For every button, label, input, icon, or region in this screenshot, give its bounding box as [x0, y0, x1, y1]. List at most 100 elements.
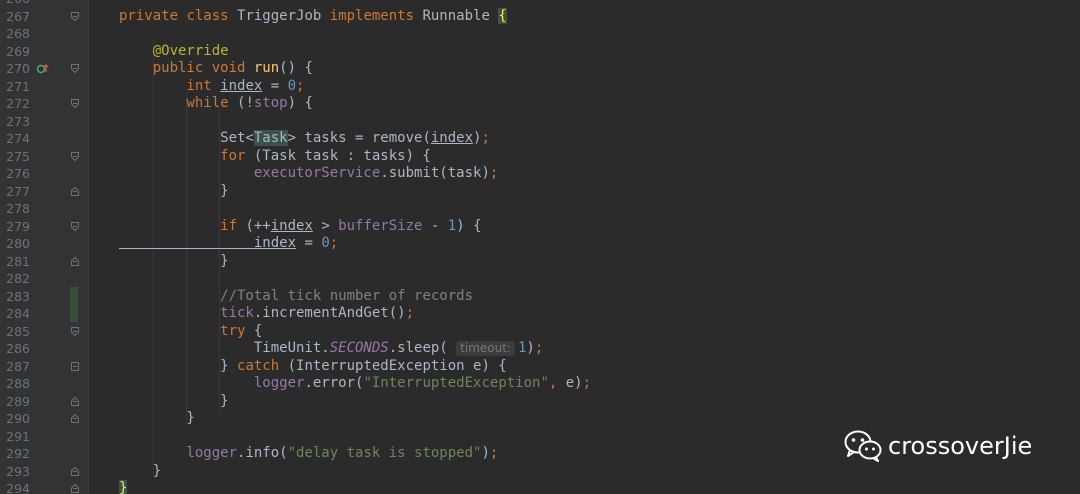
code-line[interactable]: 290 }	[0, 410, 1080, 428]
code-text[interactable]: index = 0;	[119, 235, 338, 253]
code-text[interactable]: int index = 0;	[119, 78, 304, 96]
line-number: 286	[6, 341, 30, 356]
code-line[interactable]: 274 Set<Task> tasks = remove(index);	[0, 130, 1080, 148]
override-marker-icon[interactable]	[36, 63, 50, 75]
code-line[interactable]: 267 private class TriggerJob implements R…	[0, 7, 1080, 26]
code-text[interactable]: } catch (InterruptedException e) {	[119, 358, 507, 376]
line-number: 276	[6, 166, 30, 181]
code-text[interactable]: executorService.submit(task);	[119, 165, 498, 183]
line-number: 294	[6, 481, 30, 494]
fold-toggle-icon[interactable]	[71, 99, 79, 108]
code-line[interactable]: 289 }	[0, 393, 1080, 411]
fold-toggle-icon[interactable]	[71, 396, 79, 406]
code-token: }	[119, 410, 195, 426]
fold-toggle-icon[interactable]	[71, 11, 79, 21]
code-line[interactable]: 272 while (!stop) {	[0, 95, 1080, 113]
code-token: }	[119, 252, 229, 269]
code-line[interactable]: 294}	[0, 480, 1080, 494]
line-number: 283	[6, 288, 30, 304]
code-line[interactable]: 283 //Total tick number of records	[0, 288, 1080, 306]
fold-toggle-icon[interactable]	[71, 64, 79, 73]
code-token: index	[270, 217, 313, 234]
code-line[interactable]: 273	[0, 113, 1080, 131]
code-line[interactable]: 268	[0, 25, 1080, 43]
code-line[interactable]: 275 for (Task task : tasks) {	[0, 148, 1080, 166]
code-text[interactable]: if (++index > bufferSize - 1) {	[119, 217, 482, 236]
code-line[interactable]: 284 tick.incrementAndGet();	[0, 305, 1080, 323]
code-line[interactable]: 271 int index = 0;	[0, 78, 1080, 96]
code-token: Set<	[119, 130, 254, 146]
code-line[interactable]: 280 index = 0;	[0, 235, 1080, 253]
code-text[interactable]: @Override	[119, 43, 229, 61]
fold-toggle-icon[interactable]	[71, 466, 79, 476]
code-token: bufferSize	[338, 217, 423, 234]
code-token: ;	[489, 165, 499, 181]
code-text[interactable]: }	[119, 480, 128, 494]
code-line[interactable]: 279 if (++index > bufferSize - 1) {	[0, 218, 1080, 236]
code-token: ;	[489, 445, 499, 461]
code-line[interactable]: 293 }	[0, 463, 1080, 481]
code-text[interactable]: }	[119, 393, 228, 411]
code-token: public	[119, 60, 212, 76]
code-line[interactable]: 281 }	[0, 253, 1080, 271]
code-token: void	[211, 60, 254, 76]
code-text[interactable]: }	[119, 252, 229, 271]
code-token: {	[498, 7, 507, 24]
fold-toggle-icon[interactable]	[71, 484, 79, 493]
code-line[interactable]: 269 @Override	[0, 43, 1080, 61]
code-text[interactable]: for (Task task : tasks) {	[119, 148, 431, 166]
code-token: }	[119, 357, 238, 374]
code-token: //Total tick number of records	[119, 287, 474, 304]
line-number: 292	[6, 446, 30, 461]
code-line[interactable]: 266	[0, 0, 1080, 8]
fold-toggle-icon[interactable]	[71, 186, 79, 196]
fold-toggle-icon[interactable]	[71, 256, 79, 266]
code-token: Runnable	[422, 7, 499, 24]
code-text[interactable]: }	[119, 410, 195, 428]
code-line[interactable]: 278	[0, 200, 1080, 218]
fold-toggle-icon[interactable]	[71, 151, 79, 161]
code-token: {	[253, 322, 263, 339]
code-editor[interactable]: 266267 private class TriggerJob implement…	[0, 0, 1080, 494]
fold-toggle-icon[interactable]	[71, 361, 79, 371]
code-token: ) {	[456, 217, 482, 234]
code-text[interactable]: public void run() {	[119, 60, 313, 78]
code-text[interactable]: TimeUnit.SECONDS.sleep( timeout: 1);	[119, 340, 543, 358]
code-line[interactable]: 285 try {	[0, 323, 1080, 341]
code-token: ) {	[287, 95, 313, 111]
fold-toggle-icon[interactable]	[71, 221, 79, 231]
code-token: .error(	[304, 375, 364, 391]
watermark: crossoverJie	[844, 430, 1032, 462]
code-text[interactable]: try {	[119, 323, 262, 341]
code-token: try	[119, 322, 254, 339]
code-text[interactable]: logger.info("delay task is stopped");	[119, 445, 498, 463]
code-line[interactable]: 288 logger.error("InterruptedException",…	[0, 375, 1080, 393]
code-line[interactable]: 287 } catch (InterruptedException e) {	[0, 358, 1080, 376]
code-token: if	[119, 217, 246, 234]
code-token: index	[119, 235, 297, 251]
code-token: e)	[565, 375, 583, 391]
code-text[interactable]: while (!stop) {	[119, 95, 313, 113]
code-text[interactable]: Set<Task> tasks = remove(index);	[119, 130, 490, 148]
code-text[interactable]: }	[119, 183, 228, 201]
code-token: ;	[405, 305, 415, 321]
code-text[interactable]: }	[119, 463, 161, 481]
code-text[interactable]: tick.incrementAndGet();	[119, 305, 414, 323]
code-line[interactable]: 286 TimeUnit.SECONDS.sleep( timeout: 1);	[0, 340, 1080, 358]
code-line[interactable]: 277 }	[0, 183, 1080, 201]
code-text[interactable]: private class TriggerJob implements Runn…	[119, 7, 507, 26]
fold-toggle-icon[interactable]	[71, 414, 79, 423]
code-token: =	[262, 77, 288, 94]
code-text[interactable]: //Total tick number of records	[119, 288, 473, 306]
line-number: 267	[6, 8, 30, 24]
fold-toggle-icon[interactable]	[71, 326, 79, 336]
code-line[interactable]: 270 public void run() {	[0, 60, 1080, 78]
line-number: 285	[6, 323, 30, 339]
code-token: private	[119, 7, 187, 24]
code-line[interactable]: 282	[0, 270, 1080, 288]
line-number: 284	[6, 306, 30, 321]
code-token: 0	[321, 235, 330, 251]
code-text[interactable]: logger.error("InterruptedException", e);	[119, 375, 591, 393]
code-line[interactable]: 276 executorService.submit(task);	[0, 165, 1080, 183]
code-token: ;	[329, 235, 339, 251]
